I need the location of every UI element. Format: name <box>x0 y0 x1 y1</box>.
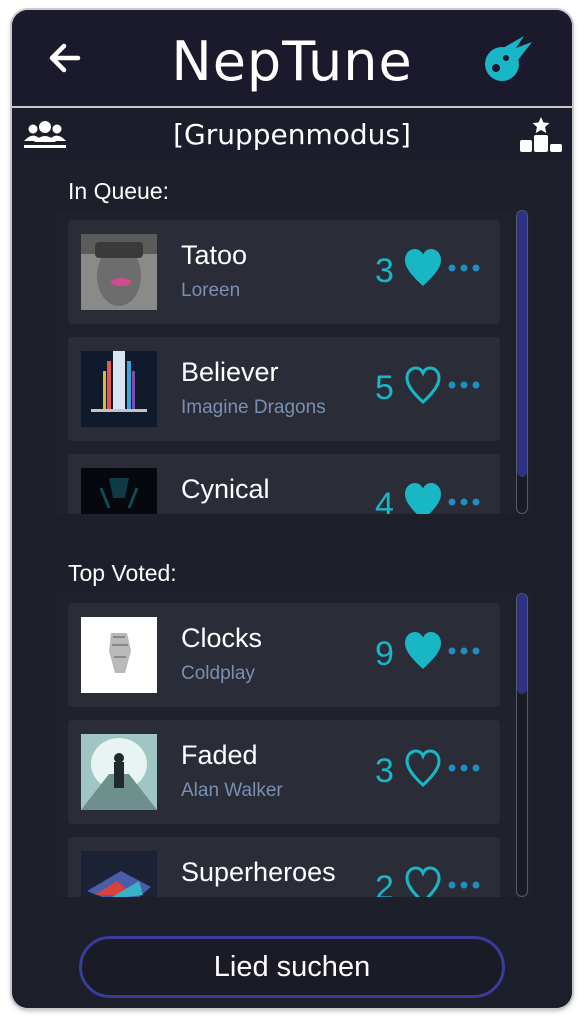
vote-count: 3 <box>375 252 394 290</box>
scroll-thumb[interactable] <box>517 211 527 477</box>
album-cover <box>81 734 157 810</box>
vote-count: 2 <box>375 869 394 897</box>
list-item[interactable]: Clocks Coldplay 9 <box>68 603 500 707</box>
song-artist: Coldplay <box>181 663 255 684</box>
top-voted-scrollbar[interactable] <box>516 593 528 897</box>
queue-scrollbar[interactable] <box>516 210 528 514</box>
content-area: In Queue: Tatoo Loreen 3 Believer Imagin… <box>12 160 572 1008</box>
more-dots-icon[interactable] <box>446 877 482 893</box>
mode-bar: [Gruppenmodus] <box>12 108 572 160</box>
app-screen: NepTune [Gruppenmodus] In Queue: Tatoo L… <box>12 10 572 1008</box>
song-title: Tatoo <box>181 240 248 270</box>
song-title: Superheroes <box>181 857 336 887</box>
heart-outline-icon[interactable] <box>404 865 442 897</box>
top-bar: NepTune <box>12 10 572 106</box>
top-voted-title: Top Voted: <box>68 560 177 586</box>
album-cover <box>81 234 157 310</box>
vote-count: 9 <box>375 635 394 673</box>
mode-label: [Gruppenmodus] <box>173 118 411 151</box>
list-item[interactable]: Superheroes 2 <box>68 837 500 897</box>
top-voted-list[interactable]: Clocks Coldplay 9 Faded Alan Walker 3 Su… <box>56 593 530 897</box>
song-title: Cynical <box>181 474 270 504</box>
song-artist: Alan Walker <box>181 780 283 801</box>
more-dots-icon[interactable] <box>446 494 482 510</box>
vote-count: 4 <box>375 486 394 514</box>
song-artist: Loreen <box>181 280 241 301</box>
list-item[interactable]: Believer Imagine Dragons 5 <box>68 337 500 441</box>
vote-count: 3 <box>375 752 394 790</box>
album-cover <box>81 617 157 693</box>
heart-outline-icon[interactable] <box>404 748 442 790</box>
more-dots-icon[interactable] <box>446 760 482 776</box>
queue-title: In Queue: <box>68 178 170 204</box>
list-item[interactable]: Tatoo Loreen 3 <box>68 220 500 324</box>
more-dots-icon[interactable] <box>446 377 482 393</box>
podium-star-icon[interactable] <box>520 116 562 152</box>
album-cover <box>81 351 157 427</box>
queue-list[interactable]: Tatoo Loreen 3 Believer Imagine Dragons … <box>56 210 530 514</box>
heart-filled-icon[interactable] <box>404 482 442 514</box>
scroll-thumb[interactable] <box>517 594 527 694</box>
search-song-button[interactable]: Lied suchen <box>79 936 505 998</box>
album-cover <box>81 468 157 514</box>
more-dots-icon[interactable] <box>446 643 482 659</box>
heart-filled-icon[interactable] <box>404 248 442 290</box>
more-dots-icon[interactable] <box>446 260 482 276</box>
song-title: Believer <box>181 357 279 387</box>
vote-count: 5 <box>375 369 394 407</box>
comet-logo-icon[interactable] <box>482 34 534 84</box>
list-item[interactable]: Faded Alan Walker 3 <box>68 720 500 824</box>
song-artist: Imagine Dragons <box>181 397 326 418</box>
song-title: Clocks <box>181 623 263 653</box>
heart-outline-icon[interactable] <box>404 365 442 407</box>
list-item[interactable]: Cynical 4 <box>68 454 500 514</box>
song-title: Faded <box>181 740 258 770</box>
heart-filled-icon[interactable] <box>404 631 442 673</box>
album-cover <box>81 851 157 897</box>
